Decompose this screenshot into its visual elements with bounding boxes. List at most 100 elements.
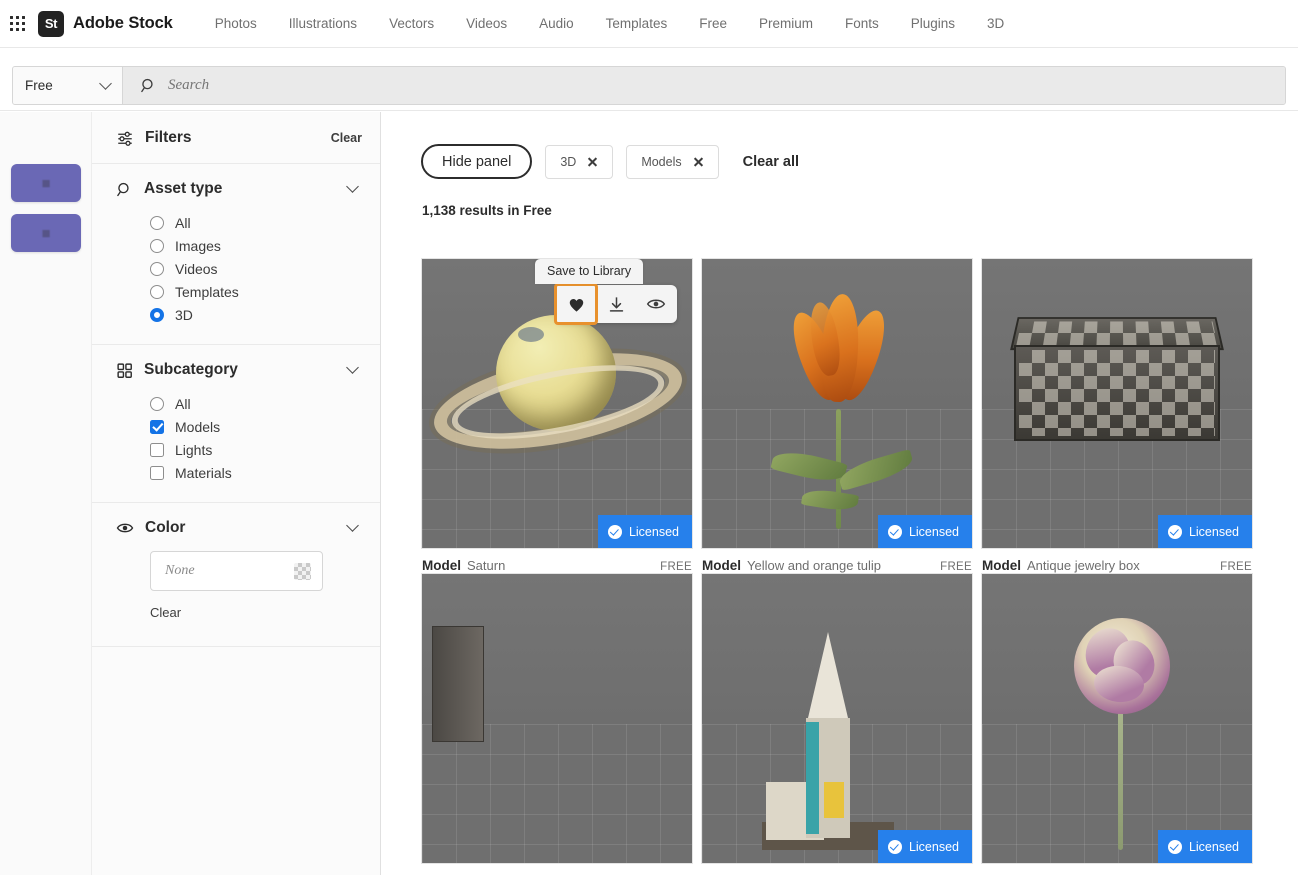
jewelry-box-body [1014,345,1220,441]
chevron-down-icon[interactable] [346,180,359,193]
nav-links: Photos Illustrations Vectors Videos Audi… [199,10,1021,37]
adobe-stock-logo-icon: St [38,11,64,37]
asset-card-partial-top[interactable]: Model [421,573,693,875]
results-count: 1,138 results in Free [397,179,1298,218]
option-label: Images [175,238,221,254]
asset-type-header[interactable]: Asset type [116,180,362,198]
asset-title[interactable]: Yellow and orange tulip [747,558,940,573]
asset-type-option-all[interactable]: All [150,211,362,234]
radio-icon-selected[interactable] [150,308,164,322]
close-icon[interactable] [693,156,704,167]
check-circle-icon [608,525,622,539]
filter-chip-models[interactable]: Models [626,145,718,179]
option-label: All [175,215,191,231]
asset-card-rose[interactable]: Licensed [981,573,1253,864]
search-bar: Free [12,66,1286,105]
top-navigation-bar: St Adobe Stock Photos Illustrations Vect… [0,0,1298,48]
asset-thumbnail[interactable]: Licensed [701,573,973,864]
chevron-down-icon[interactable] [346,519,359,532]
nav-link-plugins[interactable]: Plugins [895,10,971,37]
radio-icon[interactable] [150,397,164,411]
asset-type-option-images[interactable]: Images [150,234,362,257]
nav-link-templates[interactable]: Templates [590,10,684,37]
color-picker-field[interactable]: None [150,551,323,591]
asset-card-tulip[interactable]: Licensed Model Yellow and orange tulip F… [701,258,973,573]
option-label: Materials [175,465,232,481]
radio-icon[interactable] [150,216,164,230]
asset-title[interactable]: Saturn [467,558,660,573]
asset-card-church[interactable]: Licensed [701,573,973,864]
close-icon[interactable] [587,156,598,167]
heart-icon [567,295,586,314]
filters-sliders-icon [116,129,134,147]
adobe-stock-brand[interactable]: St Adobe Stock [38,11,173,37]
nav-link-fonts[interactable]: Fonts [829,10,895,37]
asset-thumbnail[interactable]: Licensed [981,258,1253,549]
asset-thumbnail[interactable]: Save to Library [421,258,693,549]
asset-type-option-videos[interactable]: Videos [150,257,362,280]
checkbox-icon-checked[interactable] [150,420,164,434]
color-header[interactable]: Color [116,519,362,537]
asset-title[interactable]: Antique jewelry box [1027,558,1220,573]
asset-card-saturn[interactable]: Save to Library [421,258,693,573]
nav-link-photos[interactable]: Photos [199,10,273,37]
asset-type-label: Model [982,558,1021,573]
rail-chip-2[interactable]: ■ [11,214,81,252]
radio-icon[interactable] [150,239,164,253]
filter-chip-label: Models [641,155,681,169]
radio-icon[interactable] [150,262,164,276]
nav-link-vectors[interactable]: Vectors [373,10,450,37]
nav-link-audio[interactable]: Audio [523,10,590,37]
color-clear-button[interactable]: Clear [150,605,362,620]
nav-link-free[interactable]: Free [683,10,743,37]
chevron-down-icon[interactable] [346,361,359,374]
chevron-down-icon [99,77,112,90]
search-input[interactable] [168,77,1285,94]
asset-card-jewelry-box[interactable]: Licensed Model Antique jewelry box FREE [981,258,1253,573]
nav-link-premium[interactable]: Premium [743,10,829,37]
filter-chip-3d[interactable]: 3D [545,145,613,179]
check-circle-icon [888,525,902,539]
hide-panel-button[interactable]: Hide panel [421,144,532,179]
save-to-library-button[interactable] [556,285,596,323]
nav-link-illustrations[interactable]: Illustrations [273,10,373,37]
save-to-library-tooltip: Save to Library [535,259,643,284]
licensed-badge: Licensed [1158,830,1252,863]
filters-clear-button[interactable]: Clear [331,131,362,145]
asset-thumbnail[interactable]: Licensed [701,258,973,549]
asset-cell: Licensed [981,573,1261,875]
app-grid-icon[interactable] [6,13,28,35]
asset-caption: Model Antique jewelry box FREE [981,549,1253,573]
asset-type-option-templates[interactable]: Templates [150,280,362,303]
nav-link-3d[interactable]: 3D [971,10,1020,37]
subcategory-option-lights[interactable]: Lights [150,438,362,461]
licensed-label: Licensed [1189,525,1239,539]
clear-all-button[interactable]: Clear all [743,154,799,170]
asset-thumbnail[interactable] [421,573,693,864]
checkbox-icon[interactable] [150,466,164,480]
checkerboard-icon[interactable] [294,563,311,580]
radio-icon[interactable] [150,285,164,299]
subcategory-header[interactable]: Subcategory [116,361,362,379]
box-pattern [1019,350,1215,436]
subcategory-option-models[interactable]: Models [150,415,362,438]
asset-caption: Model Yellow and orange tulip FREE [701,549,973,573]
search-type-select[interactable]: Free [13,67,123,104]
checkbox-icon[interactable] [150,443,164,457]
filter-section-color: Color None Clear [92,503,380,647]
download-button[interactable] [596,285,636,323]
rail-chip-1[interactable]: ■ [11,164,81,202]
nav-link-videos[interactable]: Videos [450,10,523,37]
main-content: Hide panel 3D Models Clear all 1,138 res… [397,112,1298,875]
color-title: Color [145,519,348,537]
preview-button[interactable] [636,285,676,323]
filters-title: Filters [145,129,331,147]
subcategory-option-all[interactable]: All [150,392,362,415]
active-filters-bar: Hide panel 3D Models Clear all [397,112,1298,179]
filters-header: Filters Clear [92,112,380,164]
asset-type-option-3d[interactable]: 3D [150,303,362,326]
search-field[interactable] [123,67,1285,104]
subcategory-option-materials[interactable]: Materials [150,461,362,484]
option-label: Lights [175,442,212,458]
asset-thumbnail[interactable]: Licensed [981,573,1253,864]
